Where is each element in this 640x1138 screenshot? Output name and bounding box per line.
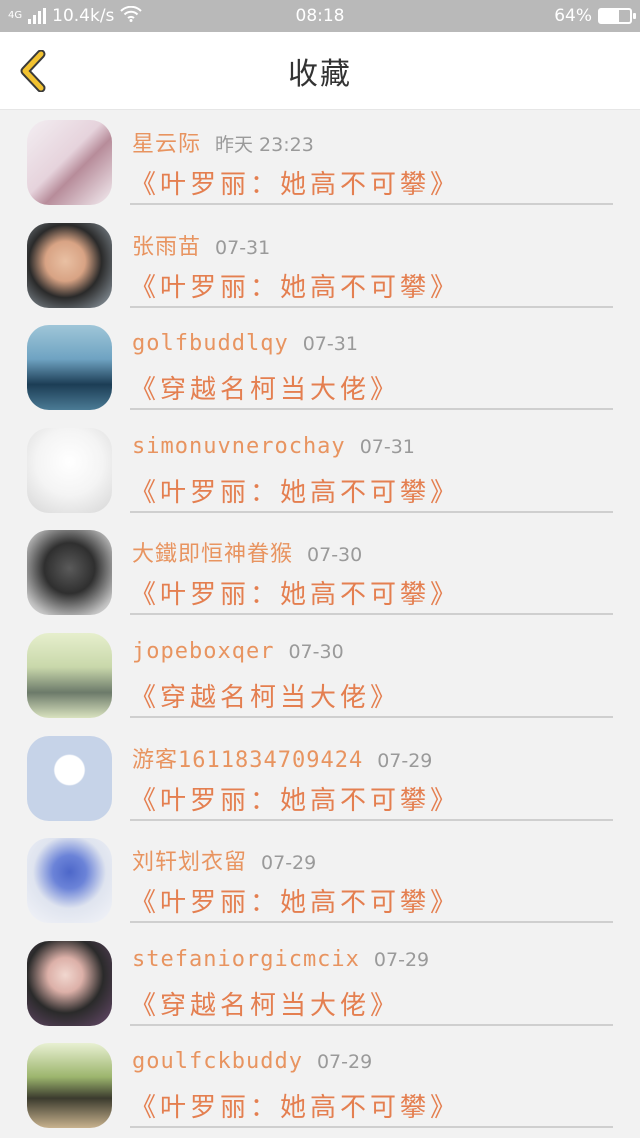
page-title: 收藏 <box>288 56 352 92</box>
favorite-meta: jopeboxqer 07-30 <box>132 639 344 664</box>
user-name[interactable]: 张雨苗 <box>132 235 201 260</box>
favorite-text: 刘轩划衣留 07-29 《叶罗丽：她高不可攀》 <box>130 828 613 924</box>
avatar[interactable] <box>27 325 112 411</box>
favorite-item[interactable]: golfbuddlqy 07-31 《穿越名柯当大佬》 <box>0 315 640 418</box>
favorite-item[interactable]: 星云际 昨天 23:23 《叶罗丽：她高不可攀》 <box>0 110 640 213</box>
favorite-item[interactable]: goulfckbuddy 07-29 《叶罗丽：她高不可攀》 <box>0 1033 640 1136</box>
book-title[interactable]: 《叶罗丽：她高不可攀》 <box>130 1087 460 1124</box>
favorite-date: 07-31 <box>215 236 271 259</box>
favorite-text: goulfckbuddy 07-29 《叶罗丽：她高不可攀》 <box>130 1033 613 1129</box>
favorite-meta: simonuvnerochay 07-31 <box>132 434 415 459</box>
user-name[interactable]: stefaniorgicmcix <box>132 947 360 972</box>
battery-level <box>600 10 620 22</box>
avatar[interactable] <box>27 530 112 616</box>
user-name[interactable]: 刘轩划衣留 <box>132 850 247 875</box>
avatar[interactable] <box>27 1043 112 1129</box>
favorite-date: 07-30 <box>307 544 363 567</box>
book-title[interactable]: 《叶罗丽：她高不可攀》 <box>130 780 460 817</box>
favorite-text: golfbuddlqy 07-31 《穿越名柯当大佬》 <box>130 315 613 411</box>
favorite-text: 游客1611834709424 07-29 《叶罗丽：她高不可攀》 <box>130 726 613 821</box>
network-type: 4G <box>8 10 23 21</box>
user-name[interactable]: 星云际 <box>132 132 201 157</box>
favorite-meta: 刘轩划衣留 07-29 <box>132 844 316 876</box>
favorite-text: simonuvnerochay 07-31 《叶罗丽：她高不可攀》 <box>130 418 613 513</box>
favorite-meta: 游客1611834709424 07-29 <box>132 742 432 774</box>
battery-icon <box>598 8 636 24</box>
favorite-meta: goulfckbuddy 07-29 <box>132 1049 372 1074</box>
favorite-date: 昨天 23:23 <box>215 134 314 156</box>
book-title[interactable]: 《叶罗丽：她高不可攀》 <box>130 267 460 304</box>
avatar[interactable] <box>27 222 112 308</box>
signal-icon <box>28 8 47 24</box>
avatar[interactable] <box>27 940 112 1026</box>
favorite-item[interactable]: jopeboxqer 07-30 《穿越名柯当大佬》 <box>0 623 640 726</box>
favorite-item[interactable]: 刘轩划衣留 07-29 《叶罗丽：她高不可攀》 <box>0 828 640 931</box>
user-name[interactable]: simonuvnerochay <box>132 434 346 459</box>
book-title[interactable]: 《叶罗丽：她高不可攀》 <box>130 164 460 201</box>
avatar[interactable] <box>27 735 112 821</box>
user-name[interactable]: jopeboxqer <box>132 639 274 664</box>
favorite-text: 张雨苗 07-31 《叶罗丽：她高不可攀》 <box>130 213 613 308</box>
book-title[interactable]: 《穿越名柯当大佬》 <box>130 985 400 1022</box>
favorite-text: stefaniorgicmcix 07-29 《穿越名柯当大佬》 <box>130 931 613 1026</box>
battery-percent: 64% <box>554 6 592 26</box>
favorites-list: 星云际 昨天 23:23 《叶罗丽：她高不可攀》 张雨苗 07-31 《叶罗丽：她高不可攀… <box>0 110 640 1136</box>
favorite-text: jopeboxqer 07-30 《穿越名柯当大佬》 <box>130 623 613 718</box>
favorite-date: 07-29 <box>316 1051 373 1074</box>
book-title[interactable]: 《叶罗丽：她高不可攀》 <box>130 574 460 611</box>
user-name[interactable]: golfbuddlqy <box>132 331 289 356</box>
avatar[interactable] <box>27 838 112 924</box>
favorite-meta: 大鐵即恒神眷猴 07-30 <box>132 536 362 568</box>
book-title[interactable]: 《叶罗丽：她高不可攀》 <box>130 472 460 509</box>
avatar[interactable] <box>27 632 112 718</box>
favorite-item[interactable]: simonuvnerochay 07-31 《叶罗丽：她高不可攀》 <box>0 418 640 521</box>
favorite-date: 07-30 <box>288 640 344 663</box>
user-name[interactable]: 大鐵即恒神眷猴 <box>132 542 293 567</box>
avatar[interactable] <box>27 120 112 205</box>
favorite-item[interactable]: stefaniorgicmcix 07-29 《穿越名柯当大佬》 <box>0 931 640 1034</box>
favorite-meta: 星云际 昨天 23:23 <box>132 126 314 158</box>
favorite-item[interactable]: 大鐵即恒神眷猴 07-30 《叶罗丽：她高不可攀》 <box>0 520 640 623</box>
favorite-date: 07-29 <box>261 852 317 875</box>
favorite-meta: 张雨苗 07-31 <box>132 229 270 261</box>
favorite-item[interactable]: 张雨苗 07-31 《叶罗丽：她高不可攀》 <box>0 213 640 316</box>
favorite-meta: golfbuddlqy 07-31 <box>132 331 358 356</box>
favorite-date: 07-31 <box>302 333 358 356</box>
favorite-date: 07-31 <box>359 435 415 458</box>
status-bar: 4G 10.4k/s 08:18 64% <box>0 0 640 32</box>
favorite-text: 大鐵即恒神眷猴 07-30 《叶罗丽：她高不可攀》 <box>130 520 613 616</box>
wifi-icon <box>120 5 143 27</box>
favorite-date: 07-29 <box>377 749 433 772</box>
book-title[interactable]: 《穿越名柯当大佬》 <box>130 677 400 714</box>
user-name[interactable]: goulfckbuddy <box>132 1049 303 1074</box>
avatar[interactable] <box>27 427 112 513</box>
back-button[interactable] <box>14 48 54 94</box>
user-name[interactable]: 游客1611834709424 <box>132 748 363 773</box>
favorite-text: 星云际 昨天 23:23 《叶罗丽：她高不可攀》 <box>130 110 613 205</box>
app-header: 收藏 <box>0 32 640 110</box>
favorite-item[interactable]: 游客1611834709424 07-29 《叶罗丽：她高不可攀》 <box>0 726 640 829</box>
chevron-left-icon <box>20 50 46 92</box>
network-speed: 10.4k/s <box>52 6 115 26</box>
favorite-meta: stefaniorgicmcix 07-29 <box>132 947 429 972</box>
book-title[interactable]: 《叶罗丽：她高不可攀》 <box>130 882 460 919</box>
favorite-date: 07-29 <box>373 948 430 971</box>
book-title[interactable]: 《穿越名柯当大佬》 <box>130 369 400 406</box>
